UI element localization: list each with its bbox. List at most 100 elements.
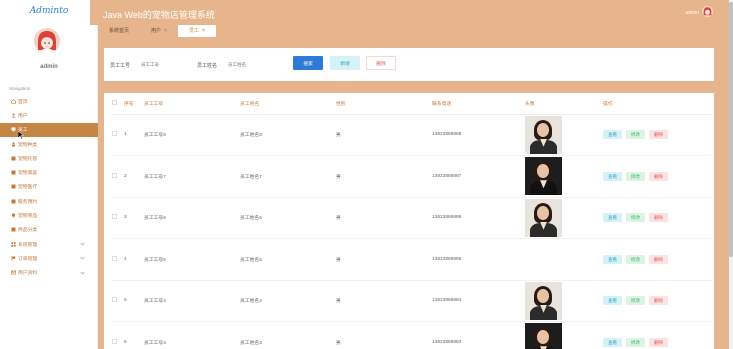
table-header-row: 序号 员工工号 员工姓名 性别 联系电话 头像 操作 bbox=[112, 93, 712, 115]
admin-name[interactable]: admin bbox=[685, 10, 699, 16]
sidebar-item-9[interactable]: 商品分类 bbox=[0, 223, 98, 237]
sidebar-item-4[interactable]: 宠物托管 bbox=[0, 151, 98, 165]
grid-icon bbox=[11, 170, 16, 175]
row-delete-button[interactable]: 删除 bbox=[649, 254, 668, 264]
employee-photo[interactable] bbox=[525, 281, 562, 320]
edit-button[interactable]: 修改 bbox=[626, 213, 645, 223]
sidebar-item-2[interactable]: 员工 bbox=[0, 122, 98, 137]
cell-actions: 查看 修改 删除 bbox=[603, 155, 712, 198]
cell-avatar bbox=[525, 280, 603, 322]
view-button[interactable]: 查看 bbox=[603, 337, 622, 347]
table-row[interactable]: 5 员工工号4 员工姓名4 男 13823888884 查看 修改 删除 bbox=[112, 280, 712, 322]
edit-button[interactable]: 修改 bbox=[626, 171, 645, 181]
view-button[interactable]: 查看 bbox=[603, 254, 622, 264]
delete-button[interactable]: 删除 bbox=[366, 56, 396, 70]
sidebar-username: admin bbox=[40, 64, 58, 70]
header-avatar: 头像 bbox=[525, 93, 603, 115]
employee-photo[interactable] bbox=[525, 198, 562, 237]
select-all-cell[interactable] bbox=[112, 93, 124, 115]
table-row[interactable]: 2 员工工号7 员工姓名7 男 13823888887 查看 修改 删除 bbox=[112, 155, 712, 198]
row-delete-button[interactable]: 删除 bbox=[649, 171, 668, 181]
edit-button[interactable]: 修改 bbox=[626, 337, 645, 347]
row-checkbox[interactable] bbox=[112, 255, 117, 261]
cell-employee-name: 员工姓名3 bbox=[240, 321, 336, 349]
row-delete-button[interactable]: 删除 bbox=[649, 296, 668, 306]
sidebar-item-1[interactable]: 用户 bbox=[0, 108, 98, 122]
grid-icon bbox=[11, 227, 16, 232]
header-phone: 联系电话 bbox=[432, 93, 525, 115]
cell-no: 1 bbox=[124, 114, 144, 156]
view-button[interactable]: 查看 bbox=[603, 130, 622, 140]
app-logo[interactable]: Adminto bbox=[0, 6, 98, 16]
tab-2[interactable]: 员工 × bbox=[177, 25, 216, 37]
add-button[interactable]: 新增 bbox=[330, 56, 360, 70]
row-checkbox[interactable] bbox=[112, 297, 117, 303]
tab-bar: 系统首页 用户 × 员工 × bbox=[98, 25, 733, 37]
sidebar-item-8[interactable]: 宠物商品 bbox=[0, 208, 98, 222]
grid-icon bbox=[11, 184, 16, 189]
sidebar-item-12[interactable]: 用户资料 bbox=[0, 266, 98, 280]
table-row[interactable]: 4 员工工号5 员工姓名5 男 13823888885 查看 修改 删除 bbox=[112, 238, 712, 281]
sidebar-item-11[interactable]: 订单管理 bbox=[0, 251, 98, 265]
row-delete-button[interactable]: 删除 bbox=[649, 213, 668, 223]
close-icon[interactable]: × bbox=[202, 25, 205, 37]
sidebar-item-10[interactable]: 系统管理 bbox=[0, 237, 98, 251]
row-select-cell[interactable] bbox=[112, 280, 124, 322]
scrollbar-thumb[interactable] bbox=[729, 2, 733, 257]
edit-button[interactable]: 修改 bbox=[626, 130, 645, 140]
cell-employee-id: 员工工号3 bbox=[144, 321, 240, 349]
row-delete-button[interactable]: 删除 bbox=[649, 130, 668, 140]
edit-button[interactable]: 修改 bbox=[626, 296, 645, 306]
employee-photo[interactable] bbox=[525, 115, 562, 154]
row-select-cell[interactable] bbox=[112, 114, 124, 156]
row-select-cell[interactable] bbox=[112, 197, 124, 239]
edit-button[interactable]: 修改 bbox=[626, 254, 645, 264]
sidebar-item-label: 首页 bbox=[18, 99, 28, 105]
cell-phone: 13823888883 bbox=[432, 321, 525, 349]
search-button[interactable]: 搜索 bbox=[293, 56, 323, 70]
tab-0[interactable]: 系统首页 bbox=[98, 25, 140, 37]
cell-phone: 13823888885 bbox=[432, 238, 525, 281]
row-select-cell[interactable] bbox=[112, 321, 124, 349]
table-row[interactable]: 3 员工工号6 员工姓名6 男 13823888886 查看 修改 删除 bbox=[112, 197, 712, 239]
row-checkbox[interactable] bbox=[112, 214, 117, 220]
view-button[interactable]: 查看 bbox=[603, 171, 622, 181]
view-button[interactable]: 查看 bbox=[603, 213, 622, 223]
employee-id-input[interactable] bbox=[141, 60, 186, 69]
table-row[interactable]: 1 员工工号8 员工姓名8 男 13823888888 查看 修改 删除 bbox=[112, 114, 712, 156]
cell-employee-id: 员工工号8 bbox=[144, 114, 240, 156]
cell-employee-id: 员工工号7 bbox=[144, 155, 240, 198]
sidebar-item-0[interactable]: 首页 bbox=[0, 94, 98, 108]
cell-avatar bbox=[525, 155, 603, 198]
sidebar-item-7[interactable]: 服务预约 bbox=[0, 194, 98, 208]
employee-name-input[interactable] bbox=[228, 60, 273, 69]
cell-employee-name: 员工姓名7 bbox=[240, 155, 336, 198]
tab-1[interactable]: 用户 × bbox=[140, 25, 178, 37]
admin-avatar[interactable] bbox=[702, 6, 713, 17]
view-button[interactable]: 查看 bbox=[603, 296, 622, 306]
page-scrollbar[interactable] bbox=[729, 0, 733, 349]
employee-photo[interactable] bbox=[525, 323, 562, 349]
row-select-cell[interactable] bbox=[112, 155, 124, 198]
table-row[interactable]: 6 员工工号3 员工姓名3 男 13823888883 查看 修改 删除 bbox=[112, 321, 712, 349]
cell-avatar bbox=[525, 238, 603, 281]
user-avatar[interactable] bbox=[34, 28, 60, 54]
select-all-checkbox[interactable] bbox=[112, 99, 117, 105]
employee-photo[interactable] bbox=[525, 157, 562, 196]
header-employee-name: 员工姓名 bbox=[240, 93, 336, 115]
cell-actions: 查看 修改 删除 bbox=[603, 197, 712, 239]
sidebar-item-5[interactable]: 宠物美容 bbox=[0, 165, 98, 179]
cell-sex: 男 bbox=[336, 155, 432, 198]
employee-table: 序号 员工工号 员工姓名 性别 联系电话 头像 操作 1 员工工号8 员工姓名8 男 1… bbox=[112, 93, 712, 349]
close-icon[interactable]: × bbox=[164, 25, 167, 37]
row-checkbox[interactable] bbox=[112, 131, 117, 137]
top-header: Java Web的宠物店管理系统 admin bbox=[90, 0, 733, 25]
tab-label: 员工 bbox=[188, 28, 199, 34]
sidebar-item-3[interactable]: 宠物种类 bbox=[0, 137, 98, 151]
sidebar-item-6[interactable]: 宠物医疗 bbox=[0, 180, 98, 194]
row-select-cell[interactable] bbox=[112, 238, 124, 281]
row-checkbox[interactable] bbox=[112, 338, 117, 344]
row-checkbox[interactable] bbox=[112, 172, 117, 178]
row-delete-button[interactable]: 删除 bbox=[649, 337, 668, 347]
search-panel: 员工工号 员工姓名 搜索 新增 删除 bbox=[104, 48, 714, 81]
